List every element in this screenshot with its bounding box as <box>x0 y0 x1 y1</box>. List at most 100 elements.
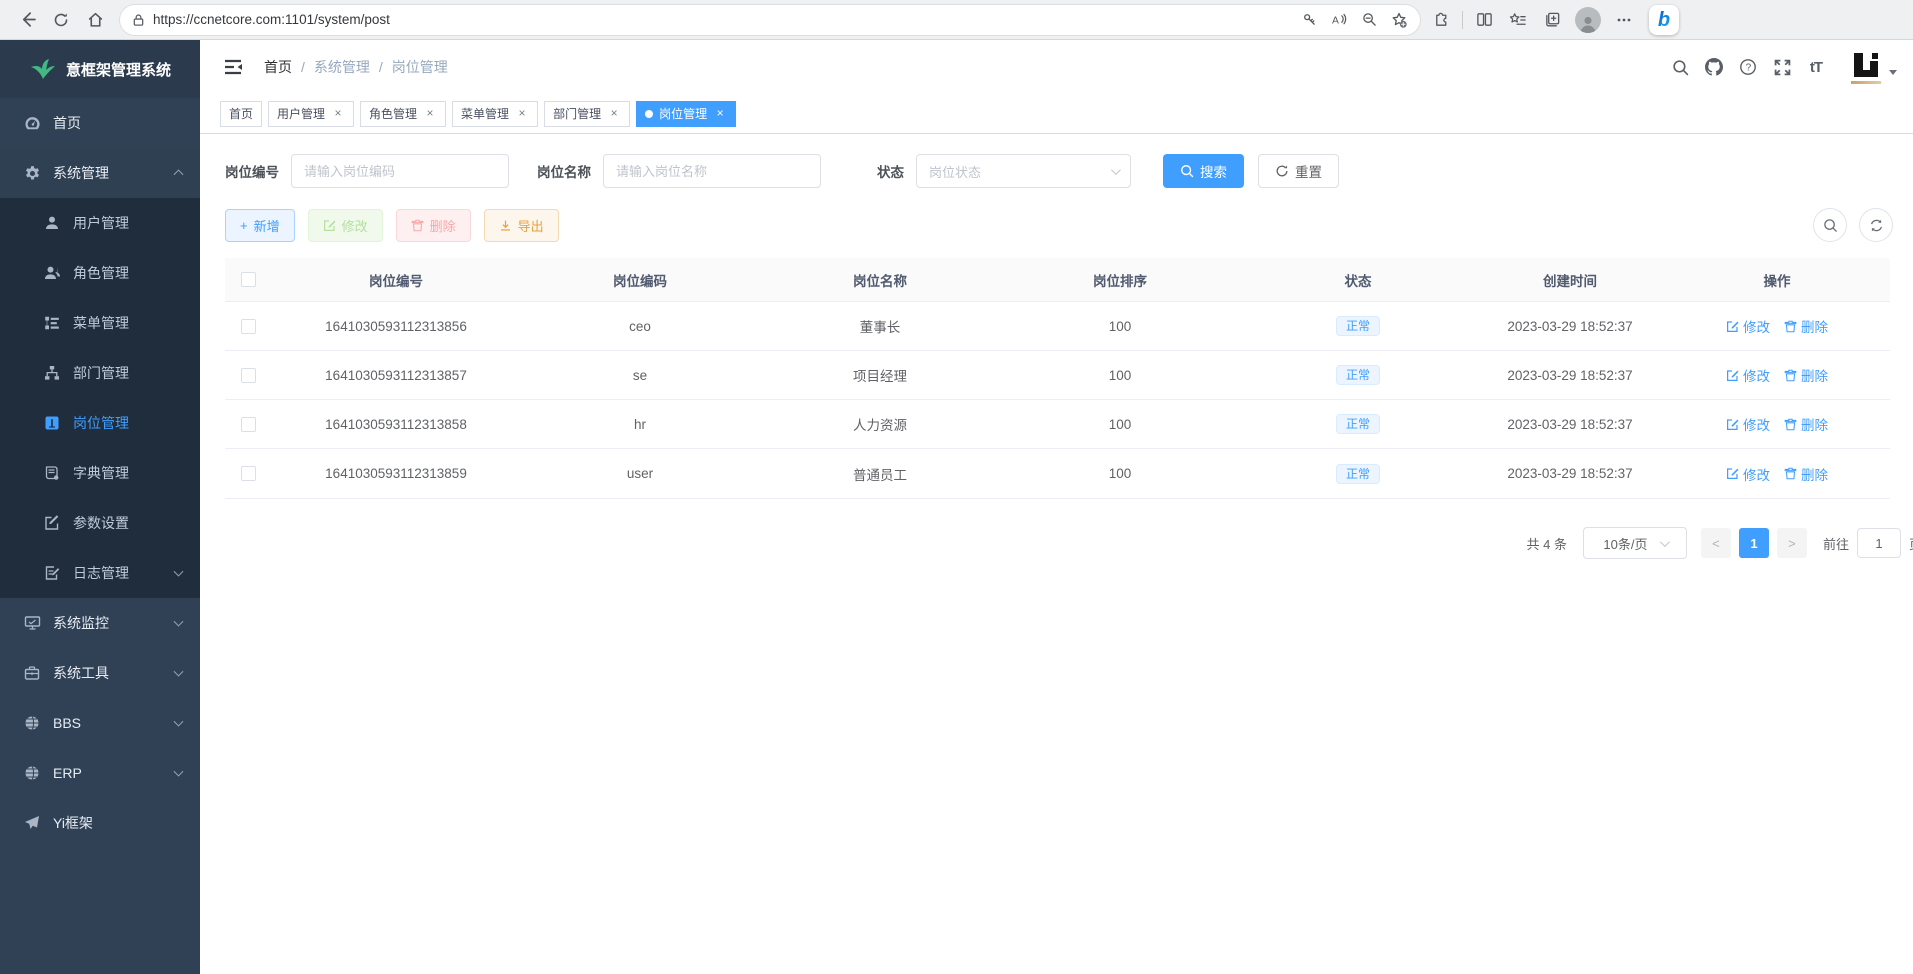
export-button[interactable]: 导出 <box>484 209 559 242</box>
leaf-logo-icon <box>30 58 56 80</box>
split-screen-icon[interactable] <box>1467 5 1501 35</box>
close-icon[interactable]: × <box>607 107 621 121</box>
row-checkbox[interactable] <box>241 466 256 481</box>
help-icon[interactable]: ? <box>1731 50 1765 84</box>
sidebar-item-system[interactable]: 系统管理 <box>0 148 200 198</box>
download-icon <box>499 219 512 232</box>
close-icon[interactable]: × <box>423 107 437 121</box>
cell-post-name: 普通员工 <box>760 464 1000 484</box>
sidebar-item-user-mgmt[interactable]: 用户管理 <box>0 198 200 248</box>
refresh-icon[interactable] <box>44 5 78 35</box>
sidebar-item-tools[interactable]: 系统工具 <box>0 648 200 698</box>
back-icon[interactable] <box>10 5 44 35</box>
row-edit-link[interactable]: 修改 <box>1726 316 1770 336</box>
fullscreen-icon[interactable] <box>1765 50 1799 84</box>
show-search-toggle-icon[interactable] <box>1813 208 1847 242</box>
reset-button[interactable]: 重置 <box>1258 154 1339 188</box>
next-page-button[interactable]: > <box>1777 528 1807 558</box>
row-delete-link[interactable]: 删除 <box>1784 316 1828 336</box>
log-edit-icon <box>44 565 61 582</box>
close-icon[interactable]: × <box>515 107 529 121</box>
prev-page-button[interactable]: < <box>1701 528 1731 558</box>
github-icon[interactable] <box>1697 50 1731 84</box>
sidebar-item-bbs[interactable]: BBS <box>0 698 200 748</box>
favorites-list-icon[interactable] <box>1501 5 1535 35</box>
settings-menu-icon[interactable] <box>1607 5 1641 35</box>
sidebar-item-dept-mgmt[interactable]: 部门管理 <box>0 348 200 398</box>
delete-button[interactable]: 删除 <box>396 209 471 242</box>
add-button[interactable]: + 新增 <box>225 209 295 242</box>
extensions-icon[interactable] <box>1424 5 1458 35</box>
zoom-out-icon[interactable] <box>1354 5 1384 35</box>
sidebar-item-dict-mgmt[interactable]: 字典管理 <box>0 448 200 498</box>
row-delete-link[interactable]: 删除 <box>1784 414 1828 434</box>
svg-text:A: A <box>1332 15 1339 26</box>
breadcrumb-home[interactable]: 首页 <box>264 57 292 77</box>
page-number-button[interactable]: 1 <box>1739 528 1769 558</box>
monitor-icon <box>24 615 41 632</box>
sidebar-item-home[interactable]: 首页 <box>0 98 200 148</box>
bing-chat-icon[interactable]: b <box>1649 5 1679 35</box>
row-edit-link[interactable]: 修改 <box>1726 464 1770 484</box>
collapse-sidebar-icon[interactable] <box>216 50 250 84</box>
menu-tree-icon <box>44 315 61 332</box>
cell-post-code: user <box>520 466 760 481</box>
app-logo[interactable]: 意框架管理系统 <box>0 40 200 98</box>
row-delete-link[interactable]: 删除 <box>1784 464 1828 484</box>
tags-view-bar: 首页 用户管理× 角色管理× 菜单管理× 部门管理× 岗位管理× <box>200 94 1913 134</box>
row-edit-link[interactable]: 修改 <box>1726 414 1770 434</box>
sidebar-item-post-mgmt[interactable]: 岗位管理 <box>0 398 200 448</box>
font-size-icon[interactable]: tT <box>1799 50 1833 84</box>
tab-post-mgmt[interactable]: 岗位管理× <box>636 101 736 127</box>
sidebar-item-role-mgmt[interactable]: 角色管理 <box>0 248 200 298</box>
row-edit-link[interactable]: 修改 <box>1726 365 1770 385</box>
status-select[interactable]: 岗位状态 <box>916 154 1131 188</box>
post-name-input[interactable] <box>603 154 821 188</box>
tab-home[interactable]: 首页 <box>220 101 262 127</box>
row-delete-link[interactable]: 删除 <box>1784 365 1828 385</box>
sidebar-item-menu-mgmt[interactable]: 菜单管理 <box>0 298 200 348</box>
select-all-checkbox[interactable] <box>241 272 256 287</box>
edit-button[interactable]: 修改 <box>308 209 383 242</box>
row-checkbox[interactable] <box>241 319 256 334</box>
post-card-icon <box>44 415 61 432</box>
row-checkbox[interactable] <box>241 417 256 432</box>
tab-menu-mgmt[interactable]: 菜单管理× <box>452 101 538 127</box>
post-code-input[interactable] <box>291 154 509 188</box>
table-header-row: 岗位编号 岗位编码 岗位名称 岗位排序 状态 创建时间 操作 <box>225 258 1890 302</box>
profile-avatar[interactable] <box>1575 7 1601 33</box>
search-button[interactable]: 搜索 <box>1163 154 1244 188</box>
cell-post-sort: 100 <box>1000 319 1240 334</box>
header-search-icon[interactable] <box>1663 50 1697 84</box>
breadcrumb-separator: / <box>301 59 305 75</box>
collections-icon[interactable] <box>1535 5 1569 35</box>
tab-user-mgmt[interactable]: 用户管理× <box>268 101 354 127</box>
sidebar-item-logs[interactable]: 日志管理 <box>0 548 200 598</box>
table-row: 1641030593112313859 user 普通员工 100 正常 202… <box>225 449 1890 498</box>
tab-dept-mgmt[interactable]: 部门管理× <box>544 101 630 127</box>
close-icon[interactable]: × <box>331 107 345 121</box>
sidebar-item-monitor[interactable]: 系统监控 <box>0 598 200 648</box>
page-size-select[interactable]: 10条/页 <box>1583 527 1687 559</box>
user-avatar-menu[interactable] <box>1851 50 1897 84</box>
tab-role-mgmt[interactable]: 角色管理× <box>360 101 446 127</box>
url-text[interactable]: https://ccnetcore.com:1101/system/post <box>153 12 1294 27</box>
sidebar-item-params[interactable]: 参数设置 <box>0 498 200 548</box>
row-checkbox[interactable] <box>241 368 256 383</box>
sidebar-item-erp[interactable]: ERP <box>0 748 200 798</box>
refresh-table-icon[interactable] <box>1859 208 1893 242</box>
favorite-add-star-icon[interactable] <box>1384 5 1414 35</box>
browser-toolbar: https://ccnetcore.com:1101/system/post A <box>0 0 1913 40</box>
close-icon[interactable]: × <box>713 107 727 121</box>
toolbox-icon <box>24 665 41 682</box>
post-code-label: 岗位编号 <box>225 161 279 181</box>
sidebar-item-yi[interactable]: Yi框架 <box>0 798 200 848</box>
status-badge: 正常 <box>1336 316 1380 336</box>
home-icon[interactable] <box>78 5 112 35</box>
cell-post-id: 1641030593112313857 <box>272 368 520 383</box>
password-key-icon[interactable] <box>1294 5 1324 35</box>
read-aloud-icon[interactable]: A <box>1324 5 1354 35</box>
goto-page-input[interactable] <box>1857 528 1901 558</box>
address-bar[interactable]: https://ccnetcore.com:1101/system/post A <box>120 5 1420 35</box>
filter-form: 岗位编号 岗位名称 状态 岗位状态 搜索 重置 <box>225 154 1913 188</box>
